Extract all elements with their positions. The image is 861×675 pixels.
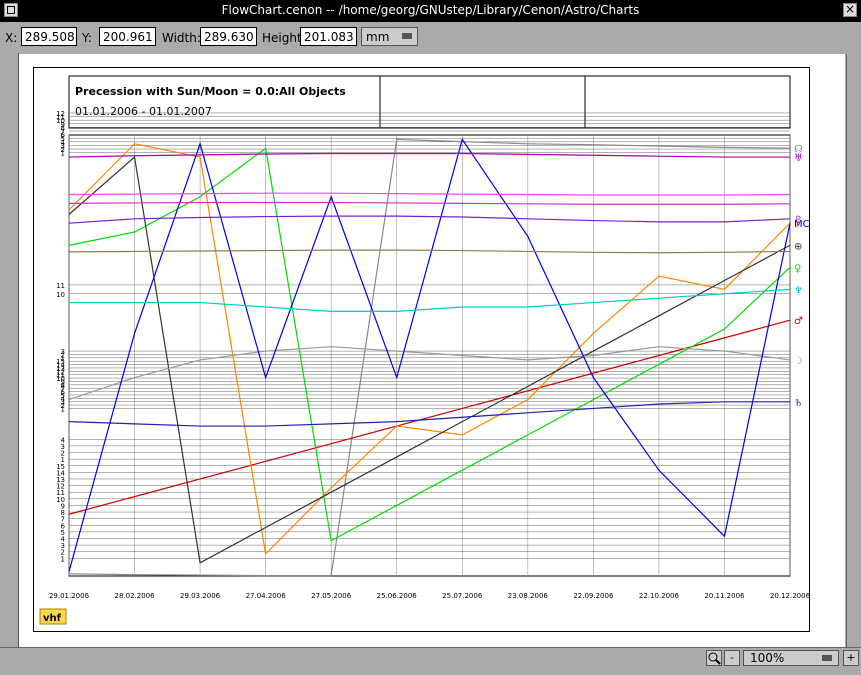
series-line	[68, 249, 791, 254]
x-label: X:	[5, 31, 18, 45]
x-axis-labels: 29.01.2006 28.02.2006 29.03.2006 27.04.2006…	[49, 592, 809, 600]
chart-grid	[68, 112, 791, 577]
legend-symbol: ♅	[794, 153, 803, 164]
status-bar: - 100% +	[0, 647, 861, 675]
close-button[interactable]: ×	[843, 2, 857, 17]
chart-series	[68, 137, 791, 577]
magnifier-icon	[708, 652, 721, 665]
y-field[interactable]: 200.961	[99, 27, 156, 46]
y-label: Y:	[82, 31, 92, 45]
zoom-popup[interactable]: 100%	[743, 650, 839, 666]
chart-page: Precession with Sun/Moon = 0.0:All Objec…	[33, 67, 810, 632]
height-field[interactable]: 201.083	[300, 27, 357, 46]
unit-popup[interactable]: mm	[361, 27, 418, 46]
vhf-logo-text: vhf	[43, 613, 62, 624]
y-tick-label: 1	[61, 405, 65, 413]
legend-symbol: ⊕	[794, 241, 802, 252]
x-tick-label: 25.07.2006	[442, 592, 483, 600]
zoom-value: 100%	[750, 651, 785, 665]
series-line	[68, 215, 791, 224]
y-tick-label: 1	[61, 150, 65, 158]
plot-frame	[68, 134, 791, 577]
unit-value: mm	[366, 30, 390, 44]
chart-title: Precession with Sun/Moon = 0.0:All Objec…	[75, 85, 346, 98]
series-line	[68, 192, 791, 196]
series-line	[68, 201, 791, 205]
y-axis-labels: 1211109876543211110321151413121110987654…	[56, 110, 65, 563]
series-line	[68, 147, 791, 542]
y-tick-label: 10	[56, 291, 65, 299]
width-field[interactable]: 289.630	[200, 27, 257, 46]
legend-symbol: ♄	[794, 398, 803, 409]
window-title: FlowChart.cenon -- /home/georg/GNUstep/L…	[221, 3, 640, 17]
y-tick-label: 1	[61, 555, 65, 563]
legend-symbol: ♇	[794, 215, 803, 226]
popup-knob-icon	[822, 655, 832, 661]
zoom-in-button[interactable]	[706, 650, 722, 666]
x-tick-label: 29.01.2006	[49, 592, 90, 600]
series-line	[69, 288, 791, 312]
chart-legend: ☊♂☿♀⊕☽♄MC♆♅♇	[794, 144, 809, 409]
width-label: Width:	[162, 31, 201, 45]
x-tick-label: 23.08.2006	[508, 592, 549, 600]
vertical-scrollbar[interactable]	[846, 54, 861, 647]
series-line	[68, 152, 790, 158]
x-field[interactable]: 289.508	[21, 27, 77, 46]
x-tick-label: 27.05.2006	[311, 592, 352, 600]
window-titlebar[interactable]: FlowChart.cenon -- /home/georg/GNUstep/L…	[0, 0, 861, 22]
x-tick-label: 28.02.2006	[114, 592, 155, 600]
coordinate-toolbar: X: 289.508 Y: 200.961 Width: 289.630 Hei…	[0, 22, 861, 54]
legend-symbol: ☽	[794, 356, 803, 367]
zoom-out-button[interactable]: -	[724, 650, 740, 666]
x-tick-label: 22.10.2006	[639, 592, 680, 600]
chart-date-range: 01.01.2006 - 01.01.2007	[75, 105, 212, 118]
x-tick-label: 25.06.2006	[377, 592, 418, 600]
close-icon: ×	[844, 2, 856, 16]
x-tick-label: 27.04.2006	[246, 592, 287, 600]
vhf-logo: vhf	[39, 608, 67, 625]
x-tick-label: 29.03.2006	[180, 592, 221, 600]
chart-svg: Precession with Sun/Moon = 0.0:All Objec…	[39, 75, 809, 625]
x-tick-label: 20.11.2006	[704, 592, 745, 600]
popup-knob-icon	[402, 33, 412, 39]
x-tick-label: 20.12.2006	[770, 592, 809, 600]
x-tick-label: 22.09.2006	[573, 592, 614, 600]
plus-button[interactable]: +	[843, 650, 859, 666]
legend-symbol: ♆	[794, 285, 803, 296]
legend-symbol: ♂	[794, 316, 803, 327]
y-tick-label: 11	[56, 282, 65, 290]
left-ruler	[0, 53, 19, 647]
legend-symbol: ♀	[794, 263, 801, 274]
